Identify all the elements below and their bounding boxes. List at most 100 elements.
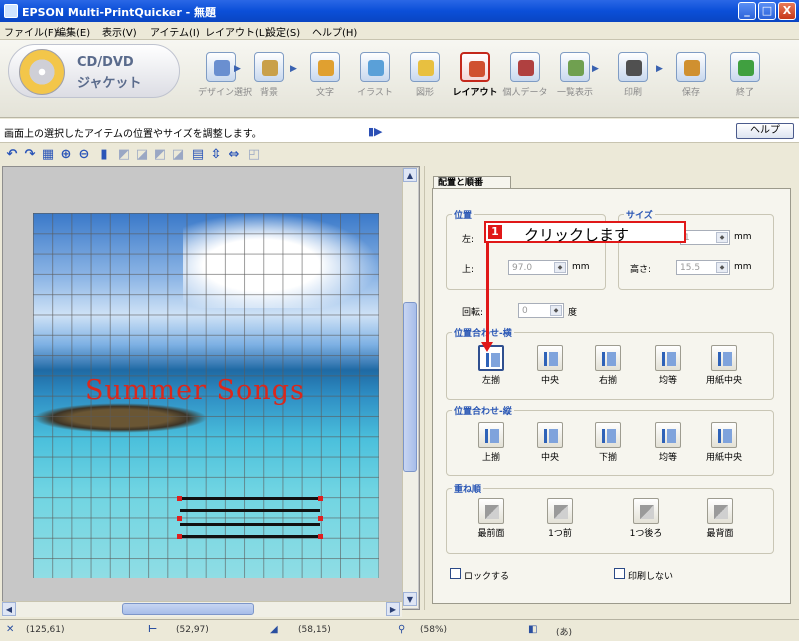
menu-help[interactable]: ヘルプ(H) (312, 24, 357, 39)
menu-edit[interactable]: 編集(E) (56, 24, 90, 39)
text-line-3[interactable] (180, 523, 320, 526)
step-design-select-button[interactable]: デザイン選択 (198, 52, 252, 98)
position-icon: ⊢ (148, 624, 158, 635)
step-personal-data-button[interactable]: 個人データ (502, 52, 548, 98)
text-line-4[interactable] (180, 535, 320, 538)
v-align-button-2[interactable]: 中央 (530, 422, 570, 463)
order-button-4[interactable]: 最背面 (700, 498, 740, 539)
selection-handle[interactable] (318, 516, 323, 521)
redo-icon[interactable]: ↷ (22, 147, 38, 163)
delete-icon[interactable]: ▮ (96, 147, 112, 163)
order-button-1[interactable]: 最前面 (471, 498, 511, 539)
undo-icon[interactable]: ↶ (4, 147, 20, 163)
maximize-button[interactable]: □ (758, 2, 776, 20)
close-button[interactable]: X (778, 2, 796, 20)
selection-handle[interactable] (318, 496, 323, 501)
h-align-icon (595, 345, 621, 371)
rotate-field[interactable]: 0 ◆ (518, 303, 564, 318)
h-align-button-3[interactable]: 右揃 (588, 345, 628, 386)
step-exit-button[interactable]: 終了 (722, 52, 768, 98)
zoom-out-icon[interactable]: ⊖ (76, 147, 92, 163)
h-center-icon[interactable]: ⇔ (226, 147, 242, 163)
vertical-scroll-thumb[interactable] (403, 302, 417, 472)
ime-icon: ◧ (528, 624, 538, 635)
hint-text: 画面上の選択したアイテムの位置やサイズを調整します。 (4, 129, 262, 140)
selection-handle[interactable] (177, 516, 182, 521)
step-shape-button[interactable]: 図形 (402, 52, 448, 98)
help-button[interactable]: ヘルプ (736, 123, 794, 139)
h-align-button-4[interactable]: 均等 (648, 345, 688, 386)
height-field[interactable]: 15.5 ◆ (676, 260, 730, 275)
height-value: 15.5 (680, 263, 701, 273)
v-align-label: 均等 (658, 453, 677, 463)
h-align-button-2[interactable]: 中央 (530, 345, 570, 386)
spin-arrows-icon[interactable]: ◆ (716, 232, 728, 243)
jacket-artboard[interactable]: Summer Songs (33, 213, 379, 578)
menu-item[interactable]: アイテム(I) (150, 24, 200, 39)
h-align-label: 均等 (658, 376, 677, 386)
step-label: 個人データ (502, 88, 548, 98)
step-save-button[interactable]: 保存 (668, 52, 714, 98)
scroll-down-icon[interactable]: ▼ (403, 592, 417, 606)
order-button-3[interactable]: 1つ後ろ (626, 498, 666, 539)
send-back-icon[interactable]: ◪ (170, 147, 186, 163)
step-print-button[interactable]: 印刷 (610, 52, 656, 98)
illustration-icon (360, 52, 390, 82)
step-illustration-button[interactable]: イラスト (352, 52, 398, 98)
shape-icon (410, 52, 440, 82)
v-align-button-4[interactable]: 均等 (648, 422, 688, 463)
h-align-icon (711, 345, 737, 371)
top-value: 97.0 (512, 263, 533, 273)
order-icon (547, 498, 573, 524)
scroll-right-icon[interactable]: ▶ (386, 602, 400, 616)
order-label: 最前面 (477, 529, 505, 539)
backward-icon[interactable]: ◩ (152, 147, 168, 163)
text-line-2[interactable] (180, 509, 320, 512)
size-icon: ◢ (270, 624, 278, 635)
order-icon (478, 498, 504, 524)
horizontal-scroll-thumb[interactable] (122, 603, 254, 615)
selection-handle[interactable] (177, 534, 182, 539)
bring-front-icon[interactable]: ◩ (116, 147, 132, 163)
text-line-1[interactable] (180, 497, 320, 500)
top-field[interactable]: 97.0 ◆ (508, 260, 568, 275)
scroll-left-icon[interactable]: ◀ (2, 602, 16, 616)
step-label: 保存 (681, 88, 700, 98)
width-field[interactable]: 1 ◆ (680, 230, 730, 245)
menu-view[interactable]: 表示(V) (102, 24, 137, 39)
play-icon[interactable]: ▮▶ (368, 125, 383, 138)
lock-checkbox[interactable] (450, 568, 461, 579)
scroll-up-icon[interactable]: ▲ (403, 168, 417, 182)
v-align-button-5[interactable]: 用紙中央 (704, 422, 744, 463)
step-background-button[interactable]: 背景 (246, 52, 292, 98)
spin-arrows-icon[interactable]: ◆ (554, 262, 566, 273)
order-button-2[interactable]: 1つ前 (540, 498, 580, 539)
step-arrow-icon: ▶ (290, 64, 297, 74)
v-center-icon[interactable]: ⇳ (208, 147, 224, 163)
grid-icon[interactable]: ▦ (40, 147, 56, 163)
menu-file[interactable]: ファイル(F) (4, 24, 58, 39)
v-align-button-1[interactable]: 上揃 (471, 422, 511, 463)
callout-arrow-line (486, 242, 489, 346)
selection-handle[interactable] (318, 534, 323, 539)
jacket-title-text[interactable]: Summer Songs (85, 375, 305, 406)
step-layout-button[interactable]: レイアウト (452, 52, 498, 98)
spin-arrows-icon[interactable]: ◆ (550, 305, 562, 316)
no-print-checkbox[interactable] (614, 568, 625, 579)
selection-handle[interactable] (177, 496, 182, 501)
minimize-button[interactable]: _ (738, 2, 756, 20)
menu-settings[interactable]: 設定(S) (266, 24, 300, 39)
order-group-title: 重ね順 (452, 482, 484, 495)
align-icon[interactable]: ▤ (190, 147, 206, 163)
spin-arrows-icon[interactable]: ◆ (716, 262, 728, 273)
rotate-label: 回転: (462, 308, 484, 318)
step-list-view-button[interactable]: 一覧表示 (552, 52, 598, 98)
v-align-icon (537, 422, 563, 448)
lock-icon[interactable]: ◰ (246, 147, 262, 163)
zoom-in-icon[interactable]: ⊕ (58, 147, 74, 163)
h-align-button-5[interactable]: 用紙中央 (704, 345, 744, 386)
forward-icon[interactable]: ◪ (134, 147, 150, 163)
step-text-button[interactable]: 文字 (302, 52, 348, 98)
v-align-button-3[interactable]: 下揃 (588, 422, 628, 463)
menu-layout[interactable]: レイアウト(L) (205, 24, 268, 39)
